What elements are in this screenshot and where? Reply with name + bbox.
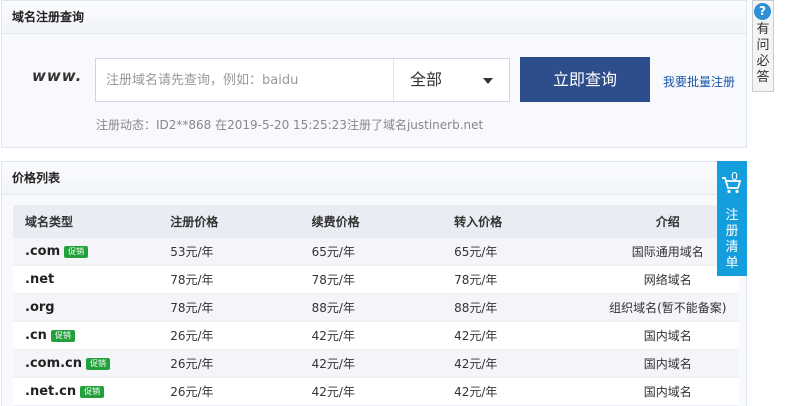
promo-badge: 促销 bbox=[64, 245, 89, 258]
domain-type: .com bbox=[25, 244, 61, 259]
search-panel-title: 域名注册查询 bbox=[2, 1, 746, 34]
registration-news: 注册动态：ID2**868 在2019-5-20 15:25:23注册了域名ju… bbox=[96, 118, 484, 132]
search-panel: 域名注册查询 www. 全部 立即查询 我要批量注册 注册动态：ID2**868… bbox=[1, 0, 747, 148]
reg-price: 26元/年 bbox=[170, 349, 312, 378]
reg-price: 78元/年 bbox=[170, 293, 312, 322]
www-label: www. bbox=[32, 67, 83, 85]
chevron-down-icon bbox=[483, 78, 493, 84]
header-domain-type: 域名类型 bbox=[13, 205, 171, 238]
transfer-price: 65元/年 bbox=[454, 238, 597, 266]
table-row: .cn 促销 26元/年 42元/年 42元/年 国内域名 bbox=[13, 321, 739, 350]
price-table: 域名类型 注册价格 续费价格 转入价格 介绍 .com 促销 53元/年 65元/年 6… bbox=[13, 205, 739, 406]
transfer-price: 42元/年 bbox=[454, 349, 597, 378]
bulk-register-link[interactable]: 我要批量注册 bbox=[663, 73, 735, 90]
cart-widget[interactable]: 0 注册清单 bbox=[717, 161, 747, 276]
cart-icon bbox=[722, 177, 742, 194]
renew-price: 78元/年 bbox=[311, 265, 455, 294]
domain-intro: 国内域名 bbox=[596, 321, 739, 350]
promo-badge: 促销 bbox=[86, 357, 111, 370]
question-icon: ? bbox=[754, 3, 771, 20]
transfer-price: 42元/年 bbox=[454, 377, 597, 406]
domain-intro: 组织域名(暂不能备案) bbox=[596, 293, 739, 322]
query-button[interactable]: 立即查询 bbox=[520, 57, 650, 102]
transfer-price: 42元/年 bbox=[454, 321, 597, 350]
domain-cell: .net.cn 促销 bbox=[13, 377, 171, 406]
domain-type: .com.cn bbox=[25, 356, 83, 371]
price-panel-title: 价格列表 bbox=[2, 162, 746, 195]
domain-cell: .com 促销 bbox=[13, 238, 171, 266]
domain-type: .net.cn bbox=[25, 384, 77, 399]
reg-price: 78元/年 bbox=[170, 265, 312, 294]
renew-price: 88元/年 bbox=[311, 293, 455, 322]
transfer-price: 78元/年 bbox=[454, 265, 597, 294]
reg-price: 53元/年 bbox=[170, 238, 312, 266]
help-text: 有问必答 bbox=[756, 22, 770, 85]
transfer-price: 88元/年 bbox=[454, 293, 597, 322]
promo-badge: 促销 bbox=[50, 329, 75, 342]
reg-price: 26元/年 bbox=[170, 377, 312, 406]
table-row: .net.cn 促销 26元/年 42元/年 42元/年 国内域名 bbox=[13, 377, 739, 406]
table-row: .org 78元/年 88元/年 88元/年 组织域名(暂不能备案) bbox=[13, 293, 739, 322]
suffix-select-value: 全部 bbox=[410, 70, 443, 89]
domain-intro: 国内域名 bbox=[596, 377, 739, 406]
header-renew-price: 续费价格 bbox=[311, 205, 455, 238]
renew-price: 65元/年 bbox=[311, 238, 455, 266]
table-row: .net 78元/年 78元/年 78元/年 网络域名 bbox=[13, 265, 739, 294]
price-panel: 价格列表 域名类型 注册价格 续费价格 转入价格 介绍 .com 促销 53元/年 6… bbox=[1, 161, 747, 406]
domain-cell: .net bbox=[13, 265, 171, 294]
cart-text: 注册清单 bbox=[725, 208, 739, 271]
domain-intro: 国内域名 bbox=[596, 349, 739, 378]
reg-price: 26元/年 bbox=[170, 321, 312, 350]
domain-cell: .cn 促销 bbox=[13, 321, 171, 350]
table-row: .com.cn 促销 26元/年 42元/年 42元/年 国内域名 bbox=[13, 349, 739, 378]
domain-cell: .org bbox=[13, 293, 171, 322]
table-row: .com 促销 53元/年 65元/年 65元/年 国际通用域名 bbox=[13, 238, 739, 266]
domain-cell: .com.cn 促销 bbox=[13, 349, 171, 378]
promo-badge: 促销 bbox=[80, 385, 105, 398]
table-header-row: 域名类型 注册价格 续费价格 转入价格 介绍 bbox=[13, 205, 739, 238]
search-box: 全部 bbox=[95, 58, 510, 102]
header-reg-price: 注册价格 bbox=[170, 205, 312, 238]
renew-price: 42元/年 bbox=[311, 377, 455, 406]
help-widget[interactable]: ? 有问必答 bbox=[752, 0, 774, 92]
suffix-select[interactable]: 全部 bbox=[394, 59, 509, 101]
domain-type: .cn bbox=[25, 328, 47, 343]
renew-price: 42元/年 bbox=[311, 349, 455, 378]
domain-type: .net bbox=[25, 272, 55, 287]
header-transfer-price: 转入价格 bbox=[454, 205, 597, 238]
domain-type: .org bbox=[25, 300, 55, 315]
domain-search-input[interactable] bbox=[96, 59, 393, 101]
renew-price: 42元/年 bbox=[311, 321, 455, 350]
